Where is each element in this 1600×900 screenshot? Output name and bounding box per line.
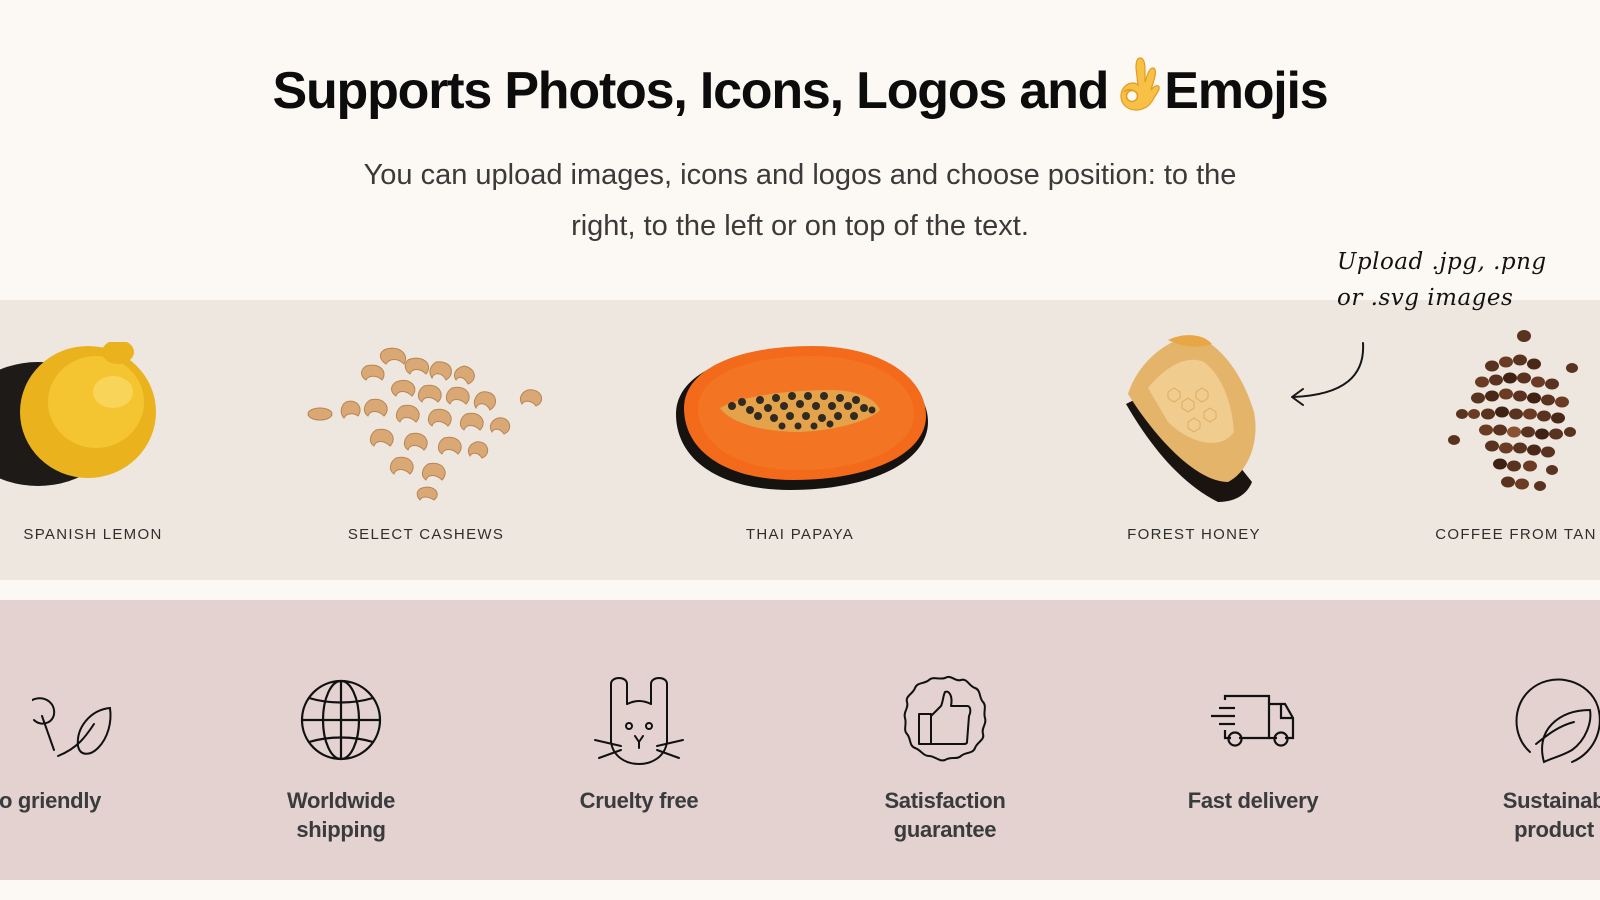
hero-title-emphasis: Emojis [1164, 62, 1329, 120]
feature-label: Sustainab product [1502, 788, 1600, 842]
feature-item[interactable]: Satisfaction guarantee [825, 600, 1065, 880]
cashews-photo [307, 347, 543, 501]
lemon-photo [0, 342, 156, 486]
papaya-photo [676, 346, 928, 490]
hero-title-text: Supports Photos, Icons, Logos and [272, 62, 1109, 120]
honeycomb-photo [1126, 335, 1256, 502]
feature-item[interactable]: Cruelty free [519, 600, 759, 880]
product-label: THAI PAPAYA [745, 526, 855, 543]
leaves-icon [32, 697, 112, 757]
leaf-circle-icon [1515, 678, 1600, 764]
thumbs-up-badge-icon [903, 675, 987, 762]
feature-item[interactable]: o griendly [0, 600, 170, 880]
feature-label: Fast delivery [1187, 788, 1319, 813]
globe-icon [300, 679, 382, 761]
coffee-beans-photo [1448, 330, 1578, 491]
feature-item[interactable]: Fast delivery [1133, 600, 1373, 880]
feature-item[interactable]: Worldwide shipping [221, 600, 461, 880]
bunny-icon [594, 677, 684, 766]
upload-annotation: Upload .jpg, .png or .svg images [1337, 249, 1547, 311]
product-label: SELECT CASHEWS [347, 526, 505, 543]
feature-item[interactable]: Sustainab product [1434, 600, 1600, 880]
ok-hand-emoji-icon [1120, 57, 1160, 111]
feature-label: Satisfaction guarantee [884, 788, 1006, 842]
hero-subtitle: You can upload images, icons and logos a… [363, 159, 1237, 242]
page: Supports Photos, Icons, Logos and Emojis… [0, 0, 1600, 900]
feature-label: Cruelty free [579, 788, 699, 813]
hero-title: Supports Photos, Icons, Logos and Emojis [0, 56, 1600, 121]
features-carousel[interactable]: o griendly Worldwide shipping Cruelty fr… [0, 600, 1600, 880]
curved-arrow-left-icon [1291, 342, 1365, 406]
delivery-truck-icon [1211, 694, 1295, 747]
feature-label: Worldwide shipping [286, 788, 396, 842]
product-label: COFFEE FROM TAN [1435, 526, 1597, 543]
feature-label: o griendly [0, 788, 102, 813]
